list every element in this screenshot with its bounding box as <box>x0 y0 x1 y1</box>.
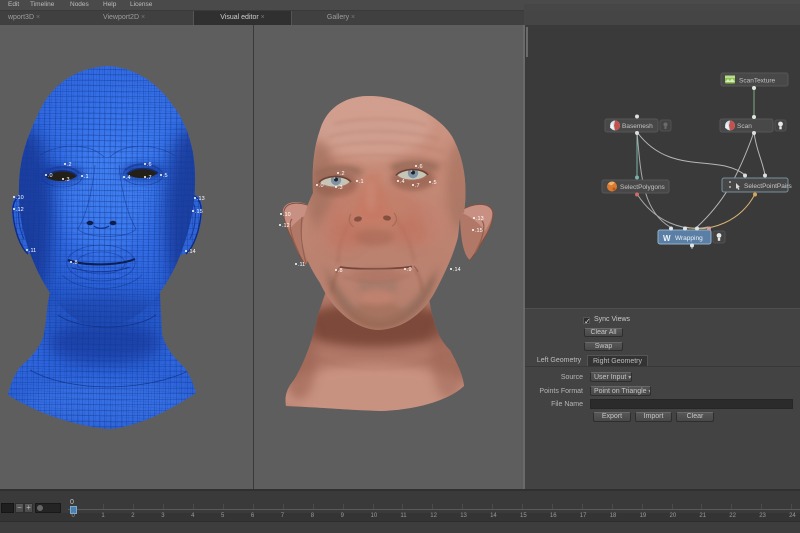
svg-text:ScanTexture: ScanTexture <box>739 78 776 85</box>
svg-text:.11: .11 <box>29 248 36 254</box>
svg-text:.4: .4 <box>400 179 405 185</box>
svg-text:.9: .9 <box>407 267 412 273</box>
svg-text:.1: .1 <box>359 179 364 185</box>
svg-text:.2: .2 <box>67 162 72 168</box>
svg-text:.13: .13 <box>476 216 484 222</box>
svg-text:W: W <box>663 234 671 243</box>
svg-text:.6: .6 <box>418 164 423 170</box>
svg-text:SelectPolygons: SelectPolygons <box>620 184 666 191</box>
svg-text:.5: .5 <box>163 173 168 179</box>
svg-text:.4: .4 <box>126 175 131 181</box>
svg-text:.14: .14 <box>188 249 196 255</box>
svg-text:.13: .13 <box>197 196 205 202</box>
svg-text:.8: .8 <box>73 260 78 266</box>
svg-text:.10: .10 <box>283 212 291 218</box>
svg-text:Wrapping: Wrapping <box>675 235 703 242</box>
svg-text:.12: .12 <box>282 223 290 229</box>
svg-text:.10: .10 <box>16 195 24 201</box>
svg-text:.11: .11 <box>298 262 305 268</box>
svg-text:.8: .8 <box>338 268 343 274</box>
svg-text:.3: .3 <box>65 177 70 183</box>
svg-text:.0: .0 <box>48 173 53 179</box>
svg-text:.7: .7 <box>415 183 420 189</box>
svg-text:.2: .2 <box>340 171 345 177</box>
svg-text:.6: .6 <box>147 162 152 168</box>
svg-text:.5: .5 <box>432 180 437 186</box>
svg-text:Scan: Scan <box>737 123 752 130</box>
svg-text:.12: .12 <box>16 207 24 213</box>
svg-text:.7: .7 <box>147 175 152 181</box>
svg-text:.0: .0 <box>319 183 324 189</box>
svg-text:.3: .3 <box>338 185 343 191</box>
svg-text:.15: .15 <box>195 209 203 215</box>
svg-text:SelectPointPairs: SelectPointPairs <box>744 183 792 190</box>
svg-text:.1: .1 <box>84 174 89 180</box>
svg-text:.15: .15 <box>475 228 483 234</box>
svg-text:.14: .14 <box>453 267 461 273</box>
svg-text:Basemesh: Basemesh <box>622 123 653 130</box>
